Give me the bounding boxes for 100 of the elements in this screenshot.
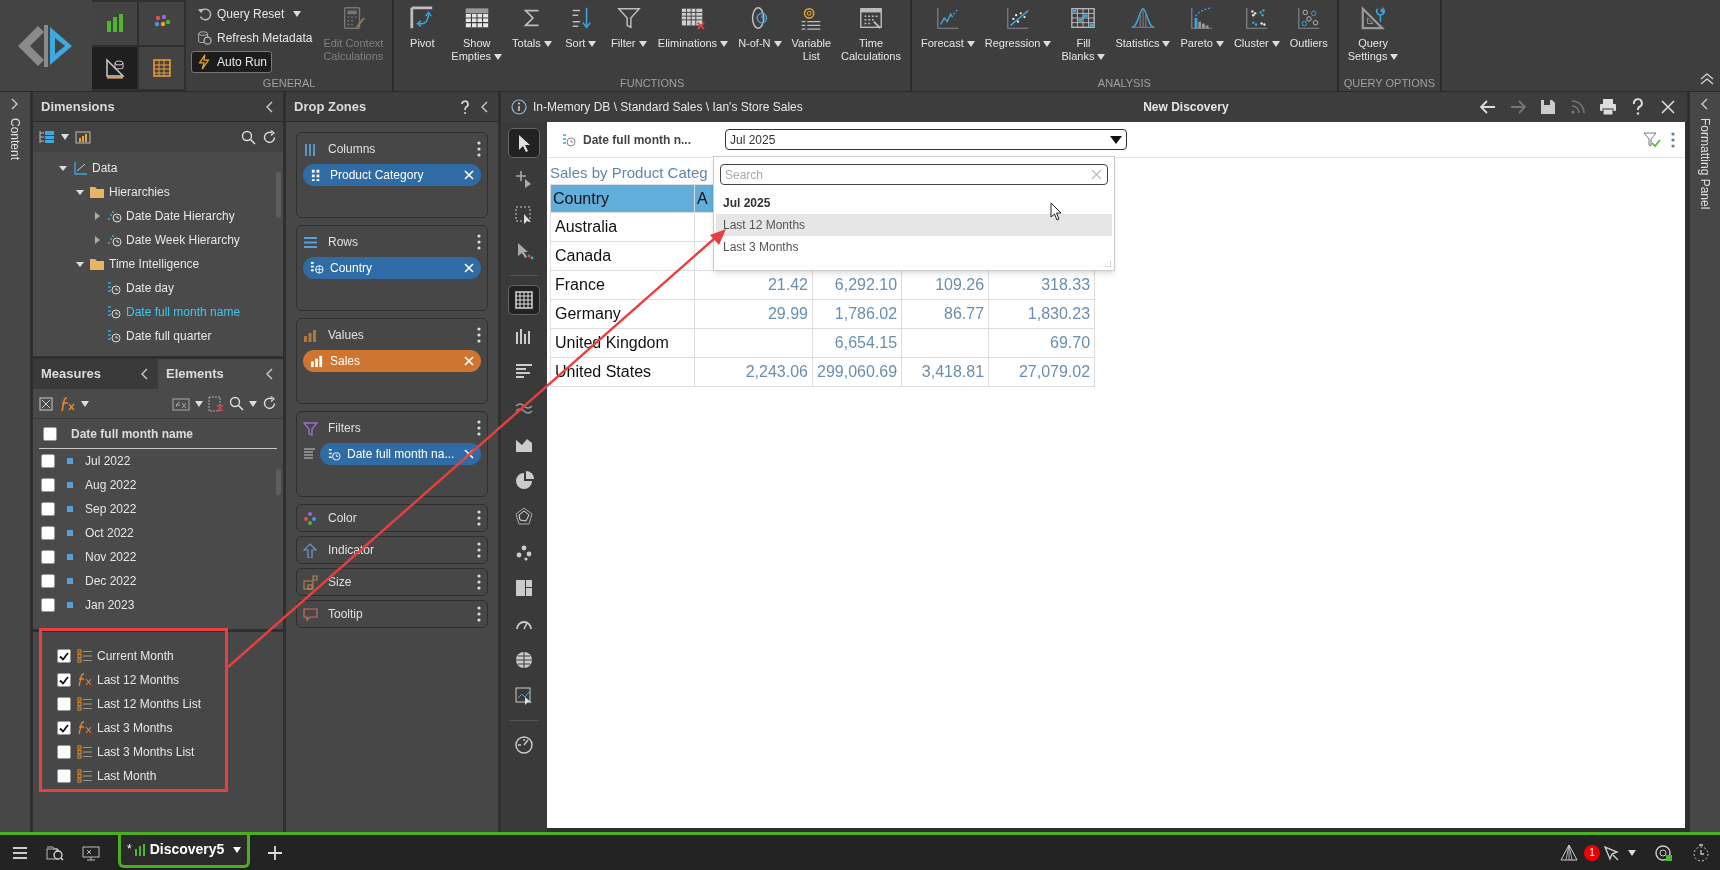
field-chip[interactable]: Date full month na... (320, 443, 481, 465)
collapse-icon[interactable] (265, 100, 275, 113)
drop-zone[interactable]: Columns Product Category (296, 132, 488, 218)
panel-label[interactable]: Formatting Panel (1696, 118, 1714, 210)
remove-icon[interactable] (464, 356, 474, 366)
expand-caret-icon[interactable] (92, 211, 102, 221)
ribbon-button[interactable]: Statistics (1111, 3, 1175, 50)
chevron-icon[interactable] (1700, 98, 1710, 110)
tree-item[interactable]: Date Date Hierarchy (126, 207, 235, 225)
grid-table-tile[interactable] (139, 46, 184, 89)
filter-applied-icon[interactable] (1643, 131, 1661, 148)
ribbon-button[interactable]: Pareto (1176, 3, 1228, 50)
list-item[interactable]: Jul 2022 (85, 452, 131, 470)
more-icon[interactable] (477, 234, 481, 250)
ribbon-button[interactable]: Query Reset (191, 3, 307, 25)
ribbon-button[interactable]: Refresh Metadata (191, 27, 318, 49)
expand-caret-icon[interactable] (75, 259, 85, 269)
tool-button[interactable] (508, 285, 540, 315)
collapse-icon[interactable] (480, 100, 490, 113)
ribbon-button[interactable]: Query Settings (1343, 3, 1403, 63)
tree-item[interactable]: Date full quarter (126, 327, 212, 345)
list-item[interactable]: Dec 2022 (85, 572, 137, 590)
refresh-icon[interactable] (262, 396, 277, 411)
forward-icon[interactable] (1509, 98, 1527, 116)
more-icon[interactable] (477, 542, 481, 558)
tab-label[interactable]: Discovery5 (149, 839, 225, 860)
checkbox[interactable] (43, 426, 57, 441)
checkbox[interactable] (57, 697, 71, 711)
refresh-icon[interactable] (262, 129, 277, 145)
list-item[interactable]: Last 12 Months List (97, 695, 202, 713)
target-status-icon[interactable] (1654, 843, 1674, 862)
more-icon[interactable] (477, 574, 481, 590)
checkbox[interactable] (57, 745, 71, 759)
collapse-ribbon-icon[interactable] (1700, 73, 1714, 85)
pyramid-icon[interactable] (1560, 843, 1578, 862)
more-icon[interactable] (477, 327, 481, 343)
folder-search-icon[interactable] (46, 844, 64, 861)
field-chip[interactable]: Country (303, 257, 481, 279)
checkbox[interactable] (57, 769, 71, 783)
help-icon[interactable] (460, 99, 470, 114)
add-icon[interactable] (268, 845, 283, 860)
checkbox[interactable] (41, 526, 55, 540)
remove-icon[interactable] (464, 449, 474, 459)
ribbon-button[interactable]: Regression (980, 3, 1056, 50)
checkbox[interactable] (57, 721, 71, 735)
formula-icon[interactable] (58, 395, 76, 412)
ribbon-button[interactable]: Variable List (787, 3, 836, 63)
drop-zone[interactable]: Filters Date full month na... (296, 411, 488, 497)
remove-icon[interactable] (464, 170, 474, 180)
checkbox[interactable] (41, 478, 55, 492)
expand-caret-icon[interactable] (92, 235, 102, 245)
drop-zone[interactable]: Rows Country (296, 225, 488, 311)
tab-label[interactable]: Elements (166, 364, 265, 384)
list-item[interactable]: Last 3 Months List (97, 743, 195, 761)
panel-tab[interactable]: Elements (158, 359, 283, 389)
ribbon-button[interactable]: Time Calculations (837, 3, 905, 63)
field-chip[interactable]: Product Category (303, 164, 481, 186)
presentation-icon[interactable] (82, 844, 100, 861)
ruler-database-tile[interactable] (92, 46, 137, 89)
list-item[interactable]: Last 12 Months (97, 671, 180, 689)
tree-item[interactable]: Hierarchies (109, 183, 170, 201)
menu-option[interactable]: Last 12 Months (716, 214, 1112, 236)
search-icon[interactable] (229, 396, 244, 411)
list-item[interactable]: Current Month (97, 647, 174, 665)
more-icon[interactable] (477, 606, 481, 622)
tool-button[interactable] (508, 128, 540, 158)
info-icon[interactable] (511, 99, 527, 115)
feed-icon[interactable] (1569, 98, 1587, 116)
close-icon[interactable] (1659, 98, 1677, 116)
expand-caret-icon[interactable] (75, 187, 85, 197)
expand-caret-icon[interactable] (58, 163, 68, 173)
list-item[interactable]: Aug 2022 (85, 476, 137, 494)
save-icon[interactable] (1539, 98, 1557, 116)
ribbon-button[interactable]: Filter (605, 3, 652, 50)
list-item[interactable]: Last 3 Months (97, 719, 173, 737)
checkbox[interactable] (41, 454, 55, 468)
collapse-icon[interactable] (265, 368, 275, 380)
menu-icon[interactable] (12, 845, 28, 860)
panel-tab[interactable]: Measures (33, 359, 158, 389)
resize-grip-icon[interactable] (1105, 261, 1111, 267)
tab-label[interactable]: Measures (41, 364, 140, 384)
tree-item[interactable]: Time Intelligence (109, 255, 200, 273)
tree-item[interactable]: Date Week Hierarchy (126, 231, 240, 249)
search-field[interactable]: Search (720, 164, 1108, 185)
remove-icon[interactable] (464, 263, 474, 273)
drop-zone[interactable]: Size (296, 568, 488, 596)
list-item[interactable]: Nov 2022 (85, 548, 137, 566)
tree-item[interactable]: Data (92, 159, 118, 177)
checkbox[interactable] (41, 574, 55, 588)
filter-dropdown[interactable]: Jul 2025 (725, 129, 1127, 150)
document-tab[interactable]: * Discovery5 (118, 834, 251, 868)
checkbox[interactable] (41, 550, 55, 564)
list-item[interactable]: Jan 2023 (85, 596, 135, 614)
drop-zone[interactable]: Color (296, 504, 488, 532)
ribbon-button[interactable]: Eliminations (653, 3, 733, 50)
bar-chart-tile[interactable] (92, 2, 137, 45)
panel-label[interactable]: Content (6, 118, 24, 161)
pin-icon[interactable] (1602, 843, 1620, 862)
more-icon[interactable] (477, 510, 481, 526)
drop-zone[interactable]: Tooltip (296, 600, 488, 628)
